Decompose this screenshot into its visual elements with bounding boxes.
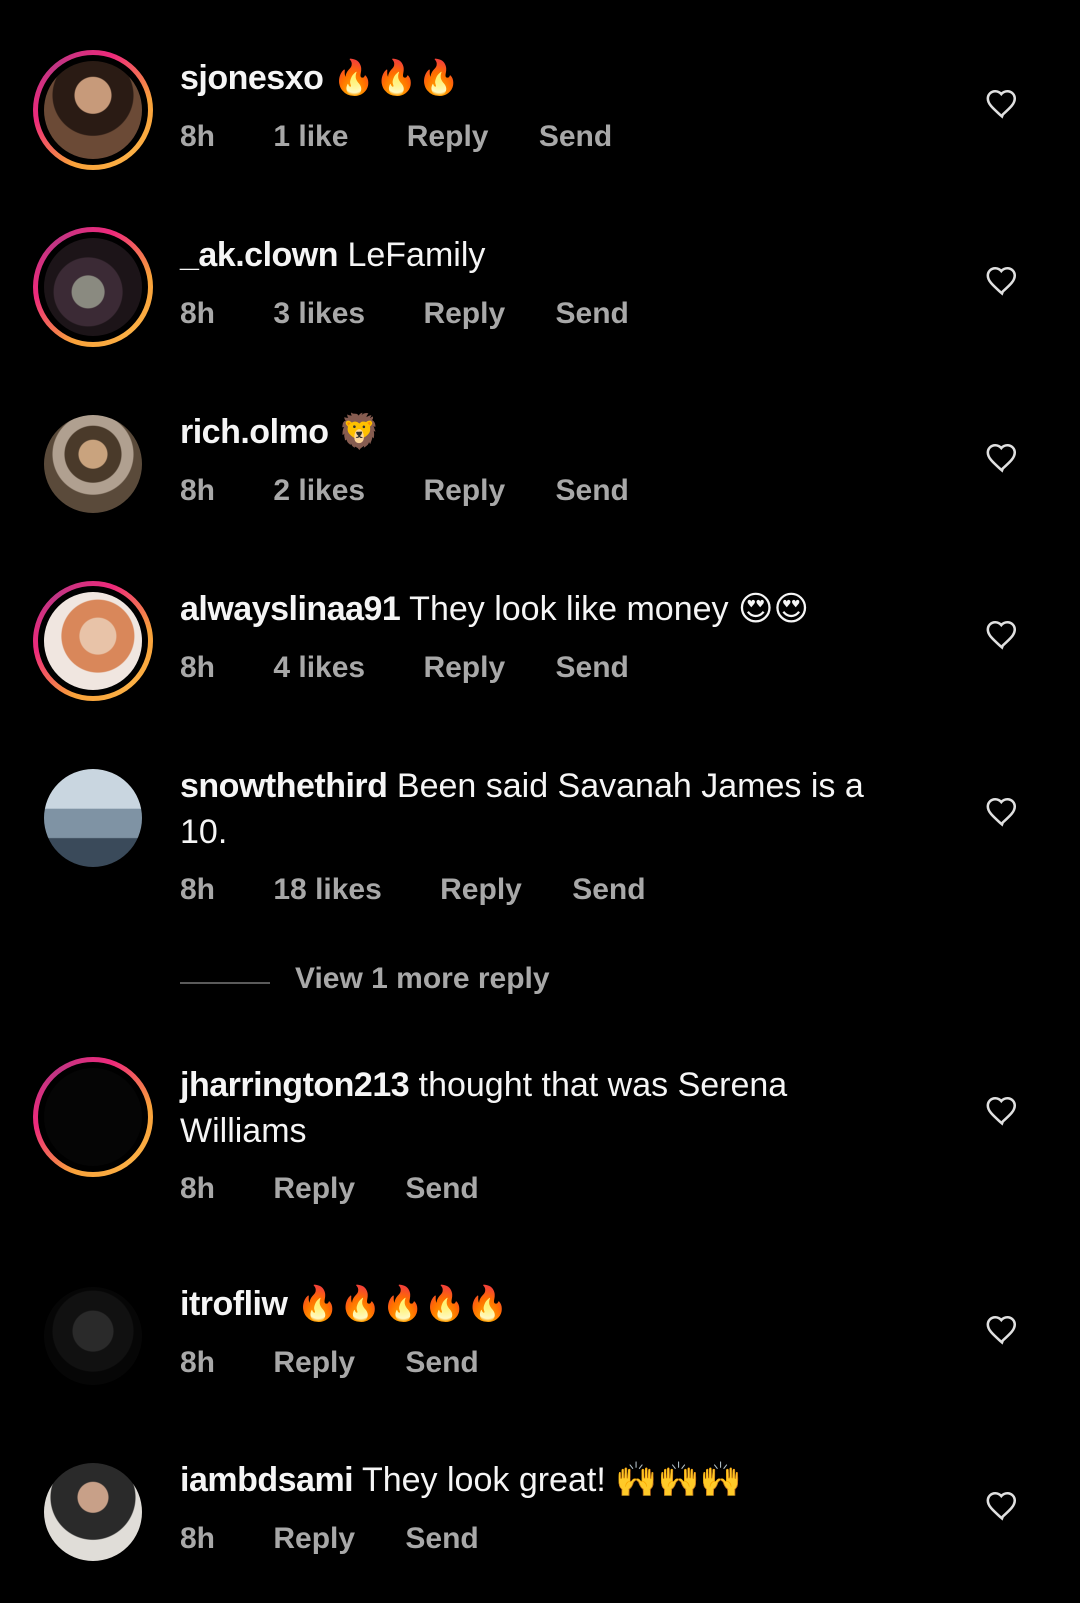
heart-icon[interactable]: [985, 87, 1019, 119]
comment-time: 8h: [180, 1346, 216, 1379]
send-button[interactable]: Send: [539, 120, 612, 154]
avatar[interactable]: [44, 415, 142, 513]
comment-time: 8h: [180, 1522, 216, 1555]
send-button[interactable]: Send: [556, 474, 629, 508]
reply-button[interactable]: Reply: [273, 1522, 355, 1556]
comment-username[interactable]: jharrington213: [180, 1066, 410, 1104]
divider: [180, 982, 270, 984]
reply-button[interactable]: Reply: [407, 120, 489, 154]
avatar[interactable]: [44, 1068, 142, 1166]
story-ring[interactable]: [33, 581, 153, 701]
reply-button[interactable]: Reply: [423, 474, 505, 508]
comment-text-continued: 10.: [180, 813, 228, 851]
comment-text: They look great!: [361, 1461, 606, 1499]
comment-text: thought that was Serena: [418, 1066, 788, 1104]
comment-time: 8h: [180, 873, 216, 906]
send-button[interactable]: Send: [572, 873, 645, 907]
comment-emoji: 🔥🔥🔥: [332, 59, 460, 97]
heart-icon[interactable]: [985, 1313, 1019, 1345]
comment-text: They look like money: [409, 590, 729, 628]
comment-emoji: 🙌🙌🙌: [615, 1461, 743, 1499]
like-count[interactable]: 1 like: [273, 120, 348, 154]
heart-icon[interactable]: [985, 618, 1019, 650]
heart-icon[interactable]: [985, 1094, 1019, 1126]
heart-icon[interactable]: [985, 1489, 1019, 1521]
story-ring[interactable]: [33, 227, 153, 347]
like-count[interactable]: 18 likes: [273, 873, 381, 907]
comment-username[interactable]: alwayslinaa91: [180, 590, 401, 628]
like-count[interactable]: 2 likes: [273, 474, 365, 508]
comment-text: LeFamily: [347, 236, 486, 274]
like-count[interactable]: 4 likes: [273, 651, 365, 685]
reply-button[interactable]: Reply: [273, 1172, 355, 1206]
comment-username[interactable]: snowthethird: [180, 767, 388, 805]
view-more-replies-label[interactable]: View 1 more reply: [295, 962, 550, 996]
comment-text: Been said Savanah James is a: [396, 767, 864, 805]
heart-icon[interactable]: [985, 441, 1019, 473]
comment-username[interactable]: itrofliw: [180, 1285, 288, 1323]
avatar[interactable]: [44, 592, 142, 690]
avatar[interactable]: [44, 238, 142, 336]
avatar[interactable]: [44, 61, 142, 159]
comment-time: 8h: [180, 120, 216, 153]
heart-icon[interactable]: [985, 264, 1019, 296]
send-button[interactable]: Send: [556, 297, 629, 331]
reply-button[interactable]: Reply: [273, 1346, 355, 1380]
comment-time: 8h: [180, 474, 216, 507]
avatar[interactable]: [44, 1287, 142, 1385]
comment-username[interactable]: _ak.clown: [180, 236, 339, 274]
comment-username[interactable]: iambdsami: [180, 1461, 354, 1499]
like-count[interactable]: 3 likes: [273, 297, 365, 331]
send-button[interactable]: Send: [556, 651, 629, 685]
comment-time: 8h: [180, 297, 216, 330]
comment-time: 8h: [180, 651, 216, 684]
story-ring[interactable]: [33, 1057, 153, 1177]
comment-username[interactable]: rich.olmo: [180, 413, 329, 451]
send-button[interactable]: Send: [405, 1522, 478, 1556]
comment-emoji: 😍😍: [738, 590, 809, 628]
comment-emoji: 🔥🔥🔥🔥🔥: [296, 1285, 509, 1323]
comment-username[interactable]: sjonesxo: [180, 59, 324, 97]
reply-button[interactable]: Reply: [423, 297, 505, 331]
avatar[interactable]: [44, 1463, 142, 1561]
avatar[interactable]: [44, 769, 142, 867]
send-button[interactable]: Send: [405, 1172, 478, 1206]
comment-text-continued: Williams: [180, 1112, 307, 1150]
comment-emoji: 🦁: [337, 413, 381, 451]
story-ring[interactable]: [33, 50, 153, 170]
heart-icon[interactable]: [985, 795, 1019, 827]
reply-button[interactable]: Reply: [440, 873, 522, 907]
comment-time: 8h: [180, 1172, 216, 1205]
reply-button[interactable]: Reply: [423, 651, 505, 685]
send-button[interactable]: Send: [405, 1346, 478, 1380]
